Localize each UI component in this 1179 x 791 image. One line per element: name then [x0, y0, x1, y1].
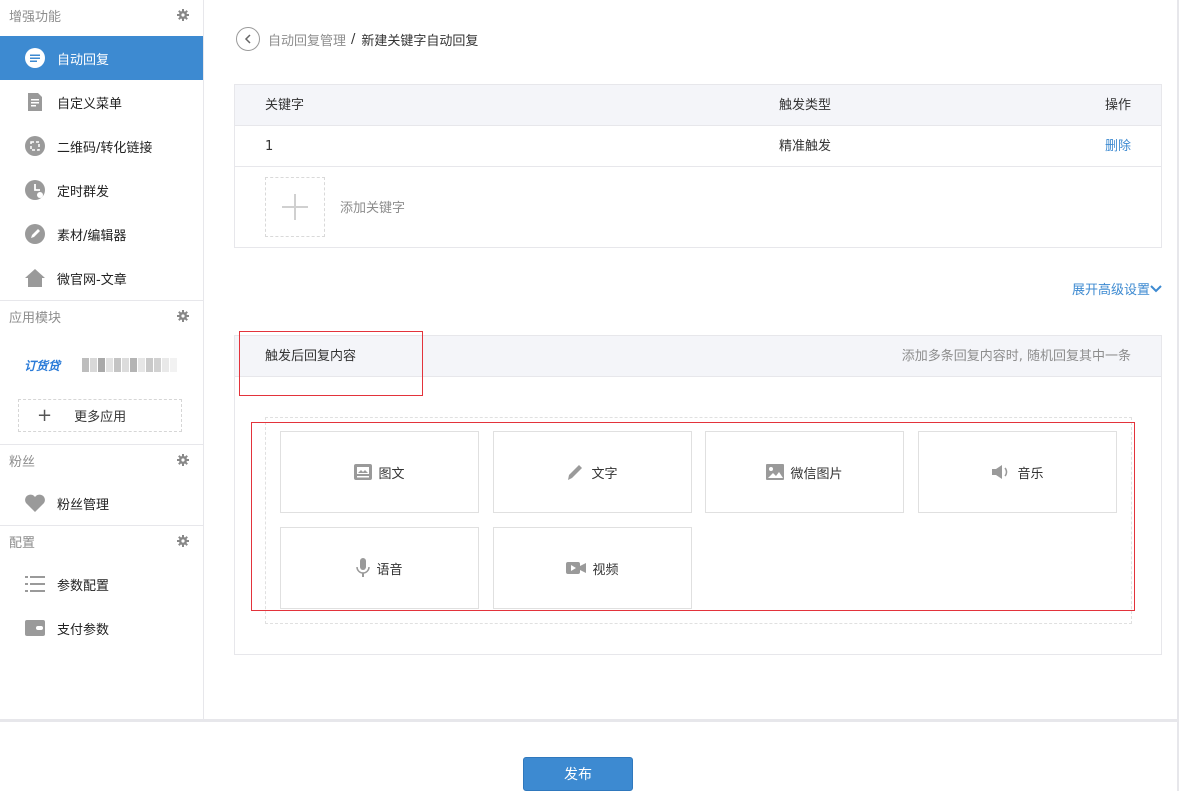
sidebar-item-params[interactable]: 参数配置 [0, 562, 203, 606]
breadcrumb-parent-link[interactable]: 自动回复管理 [268, 30, 346, 49]
add-keyword-label: 添加关键字 [340, 201, 406, 216]
reply-type-label: 语音 [376, 562, 403, 578]
sidebar-item-label: 粉丝管理 [57, 497, 110, 513]
table-row: 1 精准触发 删除 [235, 126, 1161, 167]
plus-icon [282, 194, 308, 220]
more-apps-label: 更多应用 [74, 410, 127, 425]
section-header-config: 配置 [0, 526, 203, 562]
clock-icon [24, 179, 46, 201]
reply-type-label: 音乐 [1017, 466, 1044, 482]
reply-type-voice-button[interactable]: 语音 [280, 527, 479, 609]
gear-icon[interactable] [177, 310, 189, 322]
section-fans: 粉丝 粉丝管理 [0, 445, 203, 526]
gear-icon[interactable] [177, 9, 189, 21]
section-header-apps: 应用模块 [0, 301, 203, 337]
reply-type-label: 微信图片 [790, 466, 843, 482]
section-title: 应用模块 [9, 311, 62, 326]
gear-icon[interactable] [177, 454, 189, 466]
section-title: 配置 [9, 536, 36, 551]
reply-panel-title: 触发后回复内容 [265, 349, 357, 364]
sidebar-item-auto-reply[interactable]: 自动回复 [0, 36, 203, 80]
footer-bar: 发布 [0, 719, 1179, 791]
sidebar-item-label: 自动回复 [57, 52, 110, 68]
reply-type-text-button[interactable]: 文字 [493, 431, 692, 513]
reply-type-label: 图文 [378, 466, 405, 482]
document-edit-icon [24, 91, 46, 113]
breadcrumb-separator: / [351, 31, 356, 47]
more-apps-button[interactable]: + 更多应用 [18, 399, 182, 432]
reply-panel-hint: 添加多条回复内容时, 随机回复其中一条 [901, 349, 1131, 364]
picture-icon [766, 464, 785, 480]
microphone-icon [356, 558, 371, 578]
publish-button[interactable]: 发布 [523, 757, 633, 791]
sidebar-item-label: 支付参数 [57, 622, 110, 638]
column-header-keyword: 关键字 [265, 98, 305, 113]
heart-icon [24, 492, 46, 514]
reply-type-wechat-image-button[interactable]: 微信图片 [705, 431, 904, 513]
sidebar-item-pay-params[interactable]: 支付参数 [0, 606, 203, 650]
section-header-enhance: 增强功能 [0, 0, 203, 36]
advanced-settings-toggle[interactable]: 展开高级设置 [1072, 279, 1162, 298]
section-title: 粉丝 [9, 455, 36, 470]
app-logo: 订货贷 [24, 358, 61, 373]
table-header: 关键字 触发类型 操作 [235, 85, 1161, 126]
qrcode-icon [24, 135, 46, 157]
section-enhance: 增强功能 自动回复 自定义菜单 二维码/转化链接 定时群发 素材/编辑器 微官网… [0, 0, 203, 301]
sidebar-item-material[interactable]: 素材/编辑器 [0, 212, 203, 256]
app-root: 增强功能 自动回复 自定义菜单 二维码/转化链接 定时群发 素材/编辑器 微官网… [0, 0, 1179, 791]
back-button[interactable] [236, 27, 260, 51]
column-header-trigger-type: 触发类型 [779, 98, 832, 113]
chevron-down-icon [1150, 284, 1162, 292]
sidebar-item-label: 素材/编辑器 [57, 228, 127, 244]
image-text-icon [354, 464, 373, 480]
home-icon [24, 267, 46, 289]
reply-type-video-button[interactable]: 视频 [493, 527, 692, 609]
reply-type-news-button[interactable]: 图文 [280, 431, 479, 513]
pencil-icon [24, 223, 46, 245]
add-keyword-row: 添加关键字 [235, 167, 1161, 247]
chat-bubble-icon [24, 47, 46, 69]
blurred-app-name [82, 358, 178, 372]
sidebar-item-microsite[interactable]: 微官网-文章 [0, 256, 203, 300]
breadcrumb: 自动回复管理 / 新建关键字自动回复 [236, 27, 478, 51]
wallet-icon [24, 617, 46, 639]
keyword-table: 关键字 触发类型 操作 1 精准触发 删除 添加关键字 [234, 84, 1162, 248]
section-config: 配置 参数配置 支付参数 [0, 526, 203, 650]
keyword-cell: 1 [265, 139, 274, 154]
sidebar-item-label: 定时群发 [57, 184, 110, 200]
add-keyword-button[interactable] [265, 177, 325, 237]
sidebar-item-scheduled[interactable]: 定时群发 [0, 168, 203, 212]
section-header-fans: 粉丝 [0, 445, 203, 481]
sidebar-item-qrcode[interactable]: 二维码/转化链接 [0, 124, 203, 168]
section-apps: 应用模块 订货贷 + 更多应用 [0, 301, 203, 445]
plus-icon: + [37, 404, 53, 426]
breadcrumb-current: 新建关键字自动回复 [361, 33, 479, 49]
speaker-icon [991, 464, 1011, 480]
reply-type-label: 视频 [592, 562, 619, 578]
gear-icon[interactable] [177, 535, 189, 547]
trigger-type-cell: 精准触发 [779, 139, 832, 154]
sidebar: 增强功能 自动回复 自定义菜单 二维码/转化链接 定时群发 素材/编辑器 微官网… [0, 0, 204, 719]
delete-link[interactable]: 删除 [1105, 126, 1131, 167]
main-content: 自动回复管理 / 新建关键字自动回复 关键字 触发类型 操作 1 精准触发 删除… [204, 0, 1179, 719]
reply-content-panel: 触发后回复内容 添加多条回复内容时, 随机回复其中一条 图文 文字 微信图片 音… [234, 335, 1162, 655]
reply-panel-header: 触发后回复内容 添加多条回复内容时, 随机回复其中一条 [235, 336, 1161, 377]
sidebar-item-custom-menu[interactable]: 自定义菜单 [0, 80, 203, 124]
sidebar-item-label: 二维码/转化链接 [57, 140, 153, 156]
sidebar-item-label: 参数配置 [57, 578, 110, 594]
pencil-icon [567, 463, 585, 481]
advanced-settings-label: 展开高级设置 [1071, 283, 1150, 298]
sidebar-item-fan-manage[interactable]: 粉丝管理 [0, 481, 203, 525]
sidebar-item-label: 自定义菜单 [57, 96, 123, 112]
chevron-left-icon [244, 34, 251, 44]
reply-type-music-button[interactable]: 音乐 [918, 431, 1117, 513]
video-icon [566, 561, 587, 575]
reply-type-label: 文字 [591, 466, 618, 482]
column-header-action: 操作 [1104, 98, 1131, 113]
sidebar-item-label: 微官网-文章 [57, 272, 127, 288]
list-icon [24, 573, 46, 595]
section-title: 增强功能 [9, 10, 62, 25]
app-module-row[interactable]: 订货贷 [0, 337, 203, 393]
